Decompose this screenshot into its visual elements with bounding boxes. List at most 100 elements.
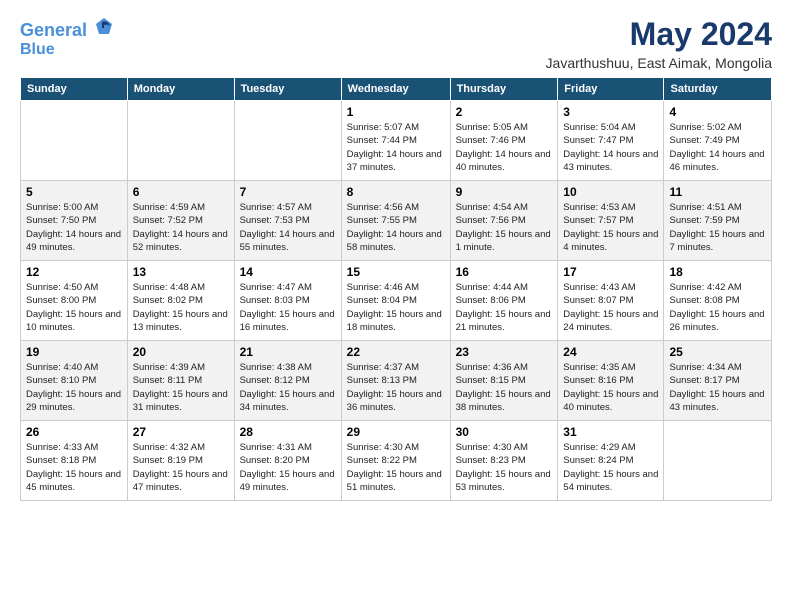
day-info: Sunrise: 4:56 AM Sunset: 7:55 PM Dayligh…: [347, 201, 445, 254]
day-cell: 15Sunrise: 4:46 AM Sunset: 8:04 PM Dayli…: [341, 261, 450, 341]
month-title: May 2024: [546, 16, 772, 53]
day-number: 26: [26, 425, 122, 439]
day-cell: 2 Sunrise: 5:05 AM Sunset: 7:46 PM Daylig…: [450, 101, 558, 181]
day-number: 13: [133, 265, 229, 279]
day-number: 14: [240, 265, 336, 279]
day-info: Sunrise: 4:50 AM Sunset: 8:00 PM Dayligh…: [26, 281, 122, 334]
day-number: 4: [669, 105, 766, 119]
day-number: 3: [563, 105, 658, 119]
day-number: 19: [26, 345, 122, 359]
day-number: 31: [563, 425, 658, 439]
day-cell: 8 Sunrise: 4:56 AM Sunset: 7:55 PM Daylig…: [341, 181, 450, 261]
day-number: 5: [26, 185, 122, 199]
day-cell: 14Sunrise: 4:47 AM Sunset: 8:03 PM Dayli…: [234, 261, 341, 341]
day-cell: 20 Sunrise: 4:39 AM Sunset: 8:11 PM Dayli…: [127, 341, 234, 421]
day-cell: 18 Sunrise: 4:42 AM Sunset: 8:08 PM Dayli…: [664, 261, 772, 341]
day-info: Sunrise: 4:38 AM Sunset: 8:12 PM Dayligh…: [240, 361, 336, 414]
day-cell: 6 Sunrise: 4:59 AM Sunset: 7:52 PM Daylig…: [127, 181, 234, 261]
day-number: 20: [133, 345, 229, 359]
logo: General Blue: [20, 16, 114, 58]
day-number: 29: [347, 425, 445, 439]
col-friday: Friday: [558, 78, 664, 101]
col-wednesday: Wednesday: [341, 78, 450, 101]
week-row-5: 26 Sunrise: 4:33 AM Sunset: 8:18 PM Dayli…: [21, 421, 772, 501]
day-cell: 24 Sunrise: 4:35 AM Sunset: 8:16 PM Dayli…: [558, 341, 664, 421]
day-cell: 13 Sunrise: 4:48 AM Sunset: 8:02 PM Dayli…: [127, 261, 234, 341]
day-cell: [21, 101, 128, 181]
day-cell: 31 Sunrise: 4:29 AM Sunset: 8:24 PM Dayli…: [558, 421, 664, 501]
logo-general: General: [20, 20, 87, 40]
day-info: Sunrise: 4:48 AM Sunset: 8:02 PM Dayligh…: [133, 281, 229, 334]
day-info: Sunrise: 4:30 AM Sunset: 8:23 PM Dayligh…: [456, 441, 553, 494]
location: Javarthushuu, East Aimak, Mongolia: [546, 55, 772, 71]
day-info: Sunrise: 4:51 AM Sunset: 7:59 PM Dayligh…: [669, 201, 766, 254]
logo-icon: [94, 16, 114, 36]
day-cell: 11 Sunrise: 4:51 AM Sunset: 7:59 PM Dayli…: [664, 181, 772, 261]
page: General Blue May 2024 Javarthushuu, East…: [0, 0, 792, 612]
logo-blue: Blue: [20, 41, 114, 59]
day-cell: 16 Sunrise: 4:44 AM Sunset: 8:06 PM Dayli…: [450, 261, 558, 341]
week-row-3: 12Sunrise: 4:50 AM Sunset: 8:00 PM Dayli…: [21, 261, 772, 341]
day-info: Sunrise: 4:35 AM Sunset: 8:16 PM Dayligh…: [563, 361, 658, 414]
col-monday: Monday: [127, 78, 234, 101]
day-number: 23: [456, 345, 553, 359]
header-row: Sunday Monday Tuesday Wednesday Thursday…: [21, 78, 772, 101]
logo-text: General: [20, 16, 114, 41]
day-info: Sunrise: 5:04 AM Sunset: 7:47 PM Dayligh…: [563, 121, 658, 174]
day-info: Sunrise: 4:57 AM Sunset: 7:53 PM Dayligh…: [240, 201, 336, 254]
day-info: Sunrise: 4:40 AM Sunset: 8:10 PM Dayligh…: [26, 361, 122, 414]
day-number: 9: [456, 185, 553, 199]
col-saturday: Saturday: [664, 78, 772, 101]
day-number: 11: [669, 185, 766, 199]
day-number: 18: [669, 265, 766, 279]
day-number: 10: [563, 185, 658, 199]
day-info: Sunrise: 5:05 AM Sunset: 7:46 PM Dayligh…: [456, 121, 553, 174]
col-tuesday: Tuesday: [234, 78, 341, 101]
day-cell: 4 Sunrise: 5:02 AM Sunset: 7:49 PM Daylig…: [664, 101, 772, 181]
day-number: 6: [133, 185, 229, 199]
day-info: Sunrise: 4:37 AM Sunset: 8:13 PM Dayligh…: [347, 361, 445, 414]
day-info: Sunrise: 4:46 AM Sunset: 8:04 PM Dayligh…: [347, 281, 445, 334]
day-cell: 7Sunrise: 4:57 AM Sunset: 7:53 PM Daylig…: [234, 181, 341, 261]
day-cell: 1 Sunrise: 5:07 AM Sunset: 7:44 PM Daylig…: [341, 101, 450, 181]
day-cell: 17 Sunrise: 4:43 AM Sunset: 8:07 PM Dayli…: [558, 261, 664, 341]
day-number: 8: [347, 185, 445, 199]
day-cell: 3 Sunrise: 5:04 AM Sunset: 7:47 PM Daylig…: [558, 101, 664, 181]
day-cell: 30 Sunrise: 4:30 AM Sunset: 8:23 PM Dayli…: [450, 421, 558, 501]
day-cell: 12Sunrise: 4:50 AM Sunset: 8:00 PM Dayli…: [21, 261, 128, 341]
day-info: Sunrise: 4:53 AM Sunset: 7:57 PM Dayligh…: [563, 201, 658, 254]
day-number: 1: [347, 105, 445, 119]
day-cell: 28Sunrise: 4:31 AM Sunset: 8:20 PM Dayli…: [234, 421, 341, 501]
day-info: Sunrise: 4:34 AM Sunset: 8:17 PM Dayligh…: [669, 361, 766, 414]
day-number: 24: [563, 345, 658, 359]
day-info: Sunrise: 4:59 AM Sunset: 7:52 PM Dayligh…: [133, 201, 229, 254]
day-cell: 27 Sunrise: 4:32 AM Sunset: 8:19 PM Dayli…: [127, 421, 234, 501]
day-cell: 9Sunrise: 4:54 AM Sunset: 7:56 PM Daylig…: [450, 181, 558, 261]
day-info: Sunrise: 4:33 AM Sunset: 8:18 PM Dayligh…: [26, 441, 122, 494]
day-cell: 29 Sunrise: 4:30 AM Sunset: 8:22 PM Dayli…: [341, 421, 450, 501]
day-info: Sunrise: 4:29 AM Sunset: 8:24 PM Dayligh…: [563, 441, 658, 494]
day-info: Sunrise: 4:32 AM Sunset: 8:19 PM Dayligh…: [133, 441, 229, 494]
day-cell: 21Sunrise: 4:38 AM Sunset: 8:12 PM Dayli…: [234, 341, 341, 421]
week-row-2: 5Sunrise: 5:00 AM Sunset: 7:50 PM Daylig…: [21, 181, 772, 261]
day-info: Sunrise: 4:43 AM Sunset: 8:07 PM Dayligh…: [563, 281, 658, 334]
day-info: Sunrise: 5:07 AM Sunset: 7:44 PM Dayligh…: [347, 121, 445, 174]
day-cell: [127, 101, 234, 181]
day-number: 16: [456, 265, 553, 279]
day-number: 27: [133, 425, 229, 439]
day-info: Sunrise: 5:02 AM Sunset: 7:49 PM Dayligh…: [669, 121, 766, 174]
day-info: Sunrise: 4:39 AM Sunset: 8:11 PM Dayligh…: [133, 361, 229, 414]
calendar-table: Sunday Monday Tuesday Wednesday Thursday…: [20, 77, 772, 501]
day-info: Sunrise: 4:42 AM Sunset: 8:08 PM Dayligh…: [669, 281, 766, 334]
header: General Blue May 2024 Javarthushuu, East…: [20, 16, 772, 71]
day-info: Sunrise: 4:36 AM Sunset: 8:15 PM Dayligh…: [456, 361, 553, 414]
day-info: Sunrise: 4:30 AM Sunset: 8:22 PM Dayligh…: [347, 441, 445, 494]
day-number: 30: [456, 425, 553, 439]
day-info: Sunrise: 4:44 AM Sunset: 8:06 PM Dayligh…: [456, 281, 553, 334]
day-number: 17: [563, 265, 658, 279]
day-cell: 23 Sunrise: 4:36 AM Sunset: 8:15 PM Dayli…: [450, 341, 558, 421]
day-cell: 26 Sunrise: 4:33 AM Sunset: 8:18 PM Dayli…: [21, 421, 128, 501]
day-number: 2: [456, 105, 553, 119]
day-cell: 19 Sunrise: 4:40 AM Sunset: 8:10 PM Dayli…: [21, 341, 128, 421]
col-thursday: Thursday: [450, 78, 558, 101]
